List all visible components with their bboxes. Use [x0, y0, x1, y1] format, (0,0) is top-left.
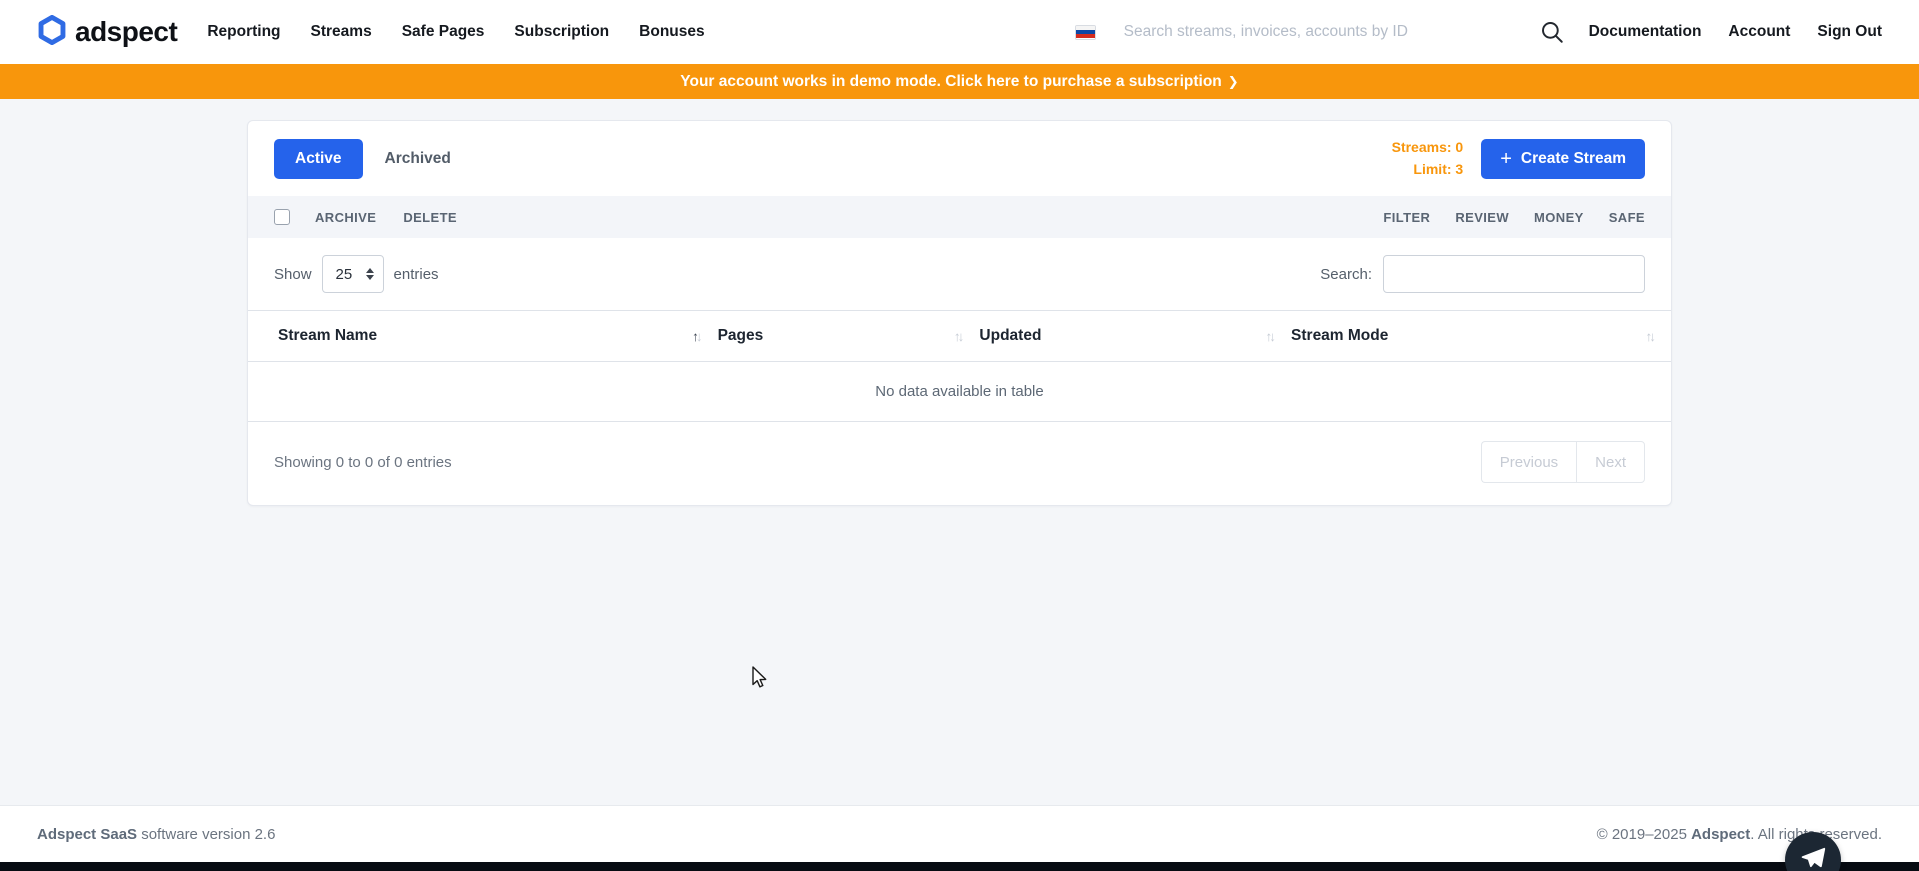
archive-action[interactable]: ARCHIVE [315, 210, 376, 225]
safe-mode-link[interactable]: SAFE [1609, 210, 1645, 225]
global-search-input[interactable] [1124, 23, 1479, 41]
copyright-years: © 2019–2025 [1597, 826, 1691, 843]
adspect-logo[interactable]: adspect [37, 15, 177, 50]
bottom-edge-bar [0, 862, 1919, 871]
streams-card: Active Archived Streams: 0 Limit: 3 + Cr… [247, 120, 1672, 506]
column-header-stream-name[interactable]: Stream Name ↑↓ [248, 311, 718, 362]
table-info: Showing 0 to 0 of 0 entries [274, 454, 452, 471]
page-footer: Adspect SaaS software version 2.6 © 2019… [0, 805, 1919, 862]
review-mode-link[interactable]: REVIEW [1455, 210, 1509, 225]
tab-active[interactable]: Active [274, 139, 363, 179]
empty-table-row: No data available in table [248, 362, 1671, 422]
nav-item-safe-pages[interactable]: Safe Pages [402, 23, 485, 41]
create-stream-button[interactable]: + Create Stream [1481, 139, 1645, 179]
copyright-brand: Adspect [1691, 826, 1750, 843]
sort-icon: ↑↓ [1646, 329, 1658, 344]
column-label: Pages [718, 327, 764, 345]
nav-item-account[interactable]: Account [1728, 23, 1790, 41]
nav-item-reporting[interactable]: Reporting [207, 23, 280, 41]
language-flag-russia[interactable] [1075, 25, 1096, 40]
secondary-nav: Documentation Account Sign Out [1589, 23, 1882, 41]
card-header: Active Archived Streams: 0 Limit: 3 + Cr… [248, 121, 1671, 196]
plus-icon: + [1500, 149, 1512, 169]
nav-item-documentation[interactable]: Documentation [1589, 23, 1702, 41]
footer-copyright: © 2019–2025 Adspect. All rights reserved… [1597, 826, 1882, 843]
column-header-stream-mode[interactable]: Stream Mode ↑↓ [1291, 311, 1671, 362]
column-label: Updated [979, 327, 1041, 345]
money-mode-link[interactable]: MONEY [1534, 210, 1584, 225]
entries-label: entries [394, 266, 439, 283]
table-search-label: Search: [1320, 266, 1372, 283]
previous-page-button[interactable]: Previous [1481, 441, 1576, 483]
bulk-actions-toolbar: ARCHIVE DELETE FILTER REVIEW MONEY SAFE [248, 196, 1671, 238]
search-icon[interactable] [1539, 19, 1565, 45]
footer-version-text: software version 2.6 [137, 826, 275, 843]
page-body: Active Archived Streams: 0 Limit: 3 + Cr… [0, 99, 1919, 805]
brand-name: adspect [75, 16, 177, 48]
delete-action[interactable]: DELETE [403, 210, 457, 225]
nav-item-subscription[interactable]: Subscription [514, 23, 609, 41]
column-header-pages[interactable]: Pages ↑↓ [718, 311, 980, 362]
card-footer: Showing 0 to 0 of 0 entries Previous Nex… [248, 422, 1671, 505]
streams-table: Stream Name ↑↓ Pages ↑↓ Updated ↑↓ Strea… [248, 310, 1671, 422]
main-nav: Reporting Streams Safe Pages Subscriptio… [207, 23, 704, 41]
column-label: Stream Name [278, 327, 377, 345]
top-navbar: adspect Reporting Streams Safe Pages Sub… [0, 0, 1919, 64]
create-stream-label: Create Stream [1521, 150, 1626, 168]
next-page-button[interactable]: Next [1576, 441, 1645, 483]
up-down-caret-icon [366, 268, 374, 280]
page-length-select[interactable]: 25 [322, 255, 384, 293]
column-header-updated[interactable]: Updated ↑↓ [979, 311, 1291, 362]
pagination: Previous Next [1481, 441, 1645, 483]
nav-item-streams[interactable]: Streams [311, 23, 372, 41]
footer-version: Adspect SaaS software version 2.6 [37, 826, 275, 843]
sort-icon: ↑↓ [692, 329, 704, 344]
table-controls: Show 25 entries Search: [248, 238, 1671, 310]
select-all-checkbox[interactable] [274, 209, 290, 225]
streams-count: Streams: 0 [1392, 137, 1464, 159]
demo-mode-banner: Your account works in demo mode. Click h… [0, 64, 1919, 99]
nav-item-sign-out[interactable]: Sign Out [1817, 23, 1882, 41]
chevron-right-icon: ❯ [1228, 74, 1239, 89]
sort-icon: ↑↓ [954, 329, 966, 344]
column-label: Stream Mode [1291, 327, 1388, 345]
show-label: Show [274, 266, 312, 283]
sort-icon: ↑↓ [1266, 329, 1278, 344]
nav-item-bonuses[interactable]: Bonuses [639, 23, 704, 41]
telegram-plane-icon [1799, 844, 1827, 871]
table-search-input[interactable] [1383, 255, 1645, 293]
stream-limits: Streams: 0 Limit: 3 [1392, 137, 1464, 180]
hexagon-logo-icon [37, 15, 67, 50]
purchase-subscription-link[interactable]: Your account works in demo mode. Click h… [680, 73, 1238, 91]
footer-product-name: Adspect SaaS [37, 826, 137, 843]
filter-mode-link[interactable]: FILTER [1383, 210, 1430, 225]
mouse-cursor [748, 665, 770, 694]
table-header-row: Stream Name ↑↓ Pages ↑↓ Updated ↑↓ Strea… [248, 311, 1671, 362]
page-length-value: 25 [336, 266, 353, 283]
tab-archived[interactable]: Archived [385, 150, 451, 168]
banner-text: Your account works in demo mode. Click h… [680, 73, 1221, 90]
streams-limit: Limit: 3 [1392, 159, 1464, 181]
empty-table-message: No data available in table [248, 362, 1671, 422]
